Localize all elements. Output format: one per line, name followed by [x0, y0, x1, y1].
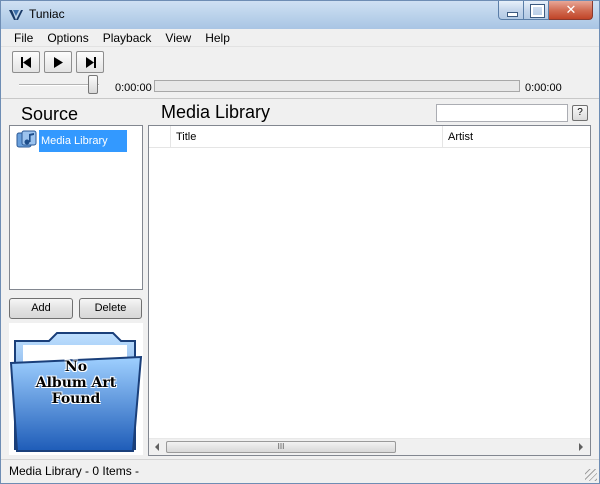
column-header-index[interactable] — [149, 126, 171, 148]
time-elapsed: 0:00:00 — [115, 82, 152, 94]
menu-options[interactable]: Options — [40, 31, 95, 45]
help-button[interactable]: ? — [572, 105, 588, 121]
window-controls: ✕ — [498, 1, 593, 20]
menu-bar: File Options Playback View Help — [1, 29, 599, 47]
menu-file[interactable]: File — [7, 31, 40, 45]
close-button[interactable]: ✕ — [549, 1, 593, 20]
resize-grip-icon[interactable] — [585, 469, 597, 481]
next-track-button[interactable] — [76, 51, 104, 73]
previous-track-icon — [21, 57, 31, 68]
seek-bar[interactable] — [154, 80, 520, 92]
no-album-art-text: No Album Art Found — [9, 359, 143, 407]
tuniac-logo-icon — [9, 10, 23, 20]
time-total: 0:00:00 — [525, 82, 562, 94]
source-item-media-library[interactable]: Media Library — [14, 128, 132, 152]
list-header: Title Artist — [149, 126, 590, 148]
no-album-art-line-3: Found — [51, 391, 101, 407]
menu-view[interactable]: View — [158, 31, 198, 45]
no-album-art-line-2: Album Art — [35, 375, 117, 391]
menu-help[interactable]: Help — [198, 31, 237, 45]
column-header-artist[interactable]: Artist — [443, 126, 590, 148]
app-window: Tuniac ✕ File Options Playback View Help — [0, 0, 600, 484]
scroll-right-arrow-icon[interactable] — [579, 443, 583, 451]
add-button[interactable]: Add — [9, 298, 73, 319]
source-list[interactable]: Media Library — [9, 125, 143, 290]
maximize-button[interactable] — [524, 1, 549, 20]
volume-slider-thumb[interactable] — [88, 75, 98, 94]
playback-toolbar: 0:00:00 0:00:00 — [1, 47, 599, 99]
previous-track-button[interactable] — [12, 51, 40, 73]
media-list-view[interactable]: Title Artist III — [148, 125, 591, 456]
scrollbar-thumb[interactable]: III — [166, 441, 396, 453]
menu-playback[interactable]: Playback — [96, 31, 159, 45]
volume-slider-track[interactable] — [19, 84, 99, 86]
no-album-art-line-1: No — [64, 359, 88, 375]
source-heading: Source — [21, 104, 79, 124]
search-input[interactable] — [436, 104, 568, 122]
close-icon: ✕ — [565, 2, 577, 17]
status-text: Media Library - 0 Items - — [9, 464, 140, 478]
minimize-button[interactable] — [498, 1, 524, 20]
next-track-icon — [86, 57, 96, 68]
status-bar: Media Library - 0 Items - — [1, 459, 599, 483]
scroll-left-arrow-icon[interactable] — [155, 443, 159, 451]
media-library-icon — [16, 130, 37, 148]
play-button[interactable] — [44, 51, 72, 73]
window-title: Tuniac — [29, 7, 65, 21]
album-art-panel: No Album Art Found — [9, 323, 143, 455]
horizontal-scrollbar[interactable]: III — [149, 438, 590, 455]
title-bar[interactable]: Tuniac ✕ — [1, 1, 599, 29]
library-heading: Media Library — [161, 102, 271, 122]
delete-button[interactable]: Delete — [79, 298, 142, 319]
play-icon — [54, 57, 63, 68]
column-header-title[interactable]: Title — [171, 126, 443, 148]
source-item-label: Media Library — [39, 130, 127, 152]
